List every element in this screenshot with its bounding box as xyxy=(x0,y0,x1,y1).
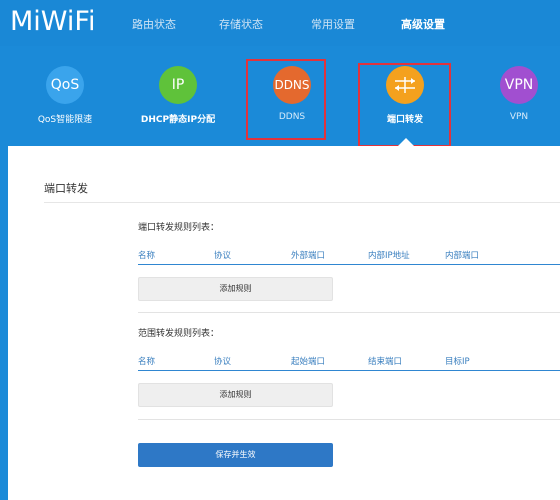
range-col-target-ip: 目标IP xyxy=(445,357,470,367)
range-col-name: 名称 xyxy=(138,357,156,367)
range-col-protocol: 协议 xyxy=(214,357,232,367)
page-title: 端口转发 xyxy=(44,182,88,195)
port-forward-highlight-box xyxy=(358,63,451,147)
add-port-rule-button[interactable]: 添加规则 xyxy=(138,277,333,301)
top-navigation-bar: MiWiFi 路由状态 存储状态 常用设置 高级设置 xyxy=(0,0,560,46)
miwifi-logo: MiWiFi xyxy=(10,6,96,37)
title-divider xyxy=(44,202,560,203)
qos-icon: QoS xyxy=(46,66,84,104)
rule-col-internal-ip: 内部IP地址 xyxy=(368,251,410,261)
nav-router-status[interactable]: 路由状态 xyxy=(132,16,176,32)
range-table-header-line xyxy=(138,370,560,371)
ip-icon: IP xyxy=(159,66,197,104)
app-qos-label: QoS智能限速 xyxy=(37,115,93,125)
rule-col-name: 名称 xyxy=(138,251,156,261)
rule-col-internal-port: 内部端口 xyxy=(445,251,480,261)
range-list-label: 范围转发规则列表： xyxy=(138,329,220,339)
rule-list-label: 端口转发规则列表： xyxy=(138,223,220,233)
vpn-icon: VPN xyxy=(500,66,538,104)
add-range-rule-button[interactable]: 添加规则 xyxy=(138,383,333,407)
app-qos[interactable]: QoS QoS智能限速 xyxy=(15,66,115,125)
content-panel: 端口转发 端口转发规则列表： 名称 协议 外部端口 内部IP地址 内部端口 添加… xyxy=(8,146,560,500)
rule-table-header-line xyxy=(138,264,560,265)
app-vpn-label: VPN xyxy=(509,112,529,122)
app-vpn[interactable]: VPN VPN xyxy=(469,66,560,122)
range-section-divider xyxy=(138,419,560,420)
nav-storage-status[interactable]: 存储状态 xyxy=(219,16,263,32)
range-col-start-port: 起始端口 xyxy=(291,357,326,367)
save-and-apply-button[interactable]: 保存并生效 xyxy=(138,443,333,467)
app-dhcp-static-ip[interactable]: IP DHCP静态IP分配 xyxy=(128,66,228,125)
rule-section-divider xyxy=(138,312,560,313)
ddns-highlight-box xyxy=(246,59,326,140)
app-dhcp-label: DHCP静态IP分配 xyxy=(140,115,216,125)
nav-common-settings[interactable]: 常用设置 xyxy=(311,16,355,32)
rule-col-protocol: 协议 xyxy=(214,251,232,261)
nav-advanced-settings[interactable]: 高级设置 xyxy=(401,16,445,32)
range-col-end-port: 结束端口 xyxy=(368,357,403,367)
rule-col-external-port: 外部端口 xyxy=(291,251,326,261)
